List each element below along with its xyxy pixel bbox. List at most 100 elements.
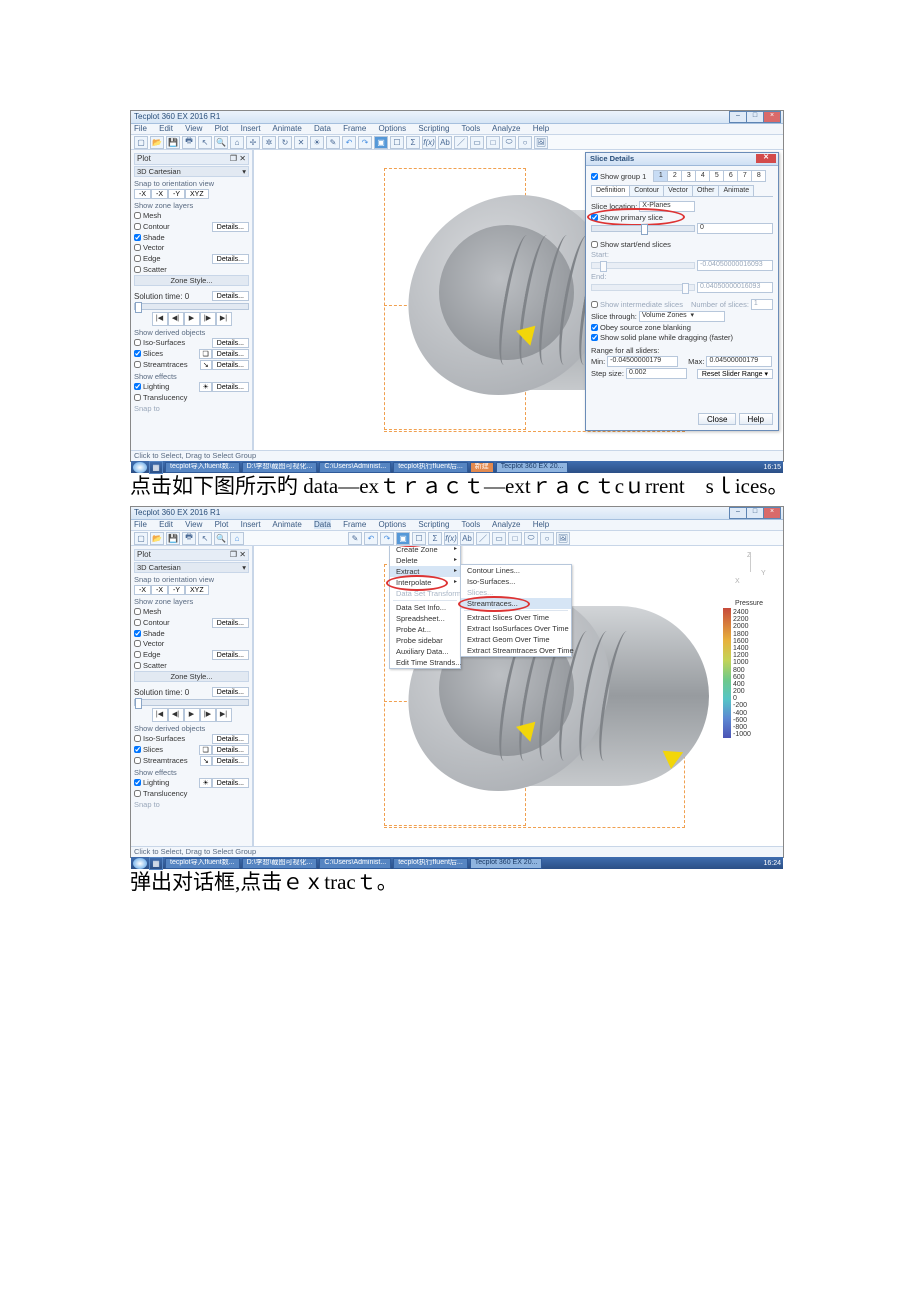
translucency-check[interactable]: Translucency [134, 789, 249, 798]
iso-details[interactable]: Details... [212, 734, 249, 744]
menu-view[interactable]: View [185, 124, 202, 133]
lighting-details[interactable]: Details... [212, 778, 249, 788]
layer-shade[interactable]: Shade [134, 233, 249, 242]
print-icon[interactable]: 🖶 [182, 136, 196, 149]
task-3[interactable]: C:\Users\Administ... [319, 462, 391, 473]
obey-check[interactable] [591, 324, 598, 331]
layer-vector[interactable]: Vector [134, 243, 249, 252]
first-button[interactable]: |◀ [152, 708, 168, 722]
next-button[interactable]: |▶ [200, 708, 216, 722]
group-8[interactable]: 8 [751, 170, 766, 182]
last-button[interactable]: ▶| [216, 312, 232, 326]
image-icon[interactable]: 🖼 [556, 532, 570, 545]
stream-check[interactable]: Streamtraces [134, 756, 188, 765]
ellipse-icon[interactable]: ⬭ [524, 532, 538, 545]
box-icon[interactable]: ▣ [396, 532, 410, 545]
slice-through-dropdown[interactable]: Volume Zones ▾ [639, 311, 725, 322]
primary-slider[interactable] [591, 225, 695, 232]
rect-icon[interactable]: ▭ [492, 532, 506, 545]
explorer-icon[interactable]: ▦ [149, 857, 163, 870]
lighting-check[interactable]: Lighting [134, 778, 169, 787]
group-1[interactable]: 1 [653, 170, 668, 182]
light-icon[interactable]: ☀ [310, 136, 324, 149]
show-inter-check[interactable] [591, 301, 598, 308]
wire-icon[interactable]: ✲ [262, 136, 276, 149]
dialog-close-button[interactable]: ✕ [756, 154, 776, 163]
menu-auxdata[interactable]: Auxiliary Data... [390, 646, 460, 657]
reset-slider-button[interactable]: Reset Slider Range ▾ [697, 369, 773, 379]
tab-vector[interactable]: Vector [663, 185, 693, 196]
step-value[interactable]: 0.002 [626, 368, 687, 379]
menubar[interactable]: File Edit View Plot Insert Animate Data … [131, 520, 783, 531]
open-icon[interactable]: 📂 [150, 532, 164, 545]
close-button[interactable]: Close [698, 413, 736, 425]
home-icon[interactable]: ⌂ [230, 532, 244, 545]
tab-other[interactable]: Other [692, 185, 720, 196]
play-button[interactable]: ▶ [184, 312, 200, 326]
slices-check[interactable]: Slices [134, 349, 163, 358]
iso-check[interactable]: Iso-Surfaces [134, 734, 185, 743]
streamtraces-check[interactable]: Streamtraces [134, 360, 188, 369]
start-icon[interactable] [133, 858, 147, 869]
menu-plot[interactable]: Plot [215, 124, 229, 133]
task-6[interactable]: Tecplot 360 EX 20... [496, 462, 569, 473]
rotate-icon[interactable]: ↻ [278, 136, 292, 149]
lighting-tool[interactable]: ☀ [199, 382, 211, 392]
snap-xyz[interactable]: XYZ [185, 585, 209, 595]
layer-scatter[interactable]: Scatter [134, 661, 249, 670]
play-button[interactable]: ▶ [184, 708, 200, 722]
menu-data[interactable]: Data [314, 520, 331, 529]
task-1[interactable]: tecplot导入fluent数... [165, 462, 240, 473]
circle-icon[interactable]: ○ [540, 532, 554, 545]
slices-check[interactable]: Slices [134, 745, 163, 754]
show-group-check[interactable] [591, 173, 598, 180]
max-value[interactable]: 0.04500000179 [706, 356, 772, 367]
redo-icon[interactable]: ↷ [380, 532, 394, 545]
snap-y-button[interactable]: -Y [168, 189, 185, 199]
group-5[interactable]: 5 [709, 170, 724, 182]
layer-scatter[interactable]: Scatter [134, 265, 249, 274]
stream-details[interactable]: Details... [212, 360, 249, 370]
zoom-icon[interactable]: 🔍 [214, 136, 228, 149]
menu-timestrands[interactable]: Edit Time Strands... [390, 657, 460, 668]
ctr-icon[interactable]: ☐ [412, 532, 426, 545]
snap-x2-button[interactable]: -X [151, 189, 168, 199]
undo-icon[interactable]: ↶ [364, 532, 378, 545]
sq-icon[interactable]: □ [486, 136, 500, 149]
save-icon[interactable]: 💾 [166, 532, 180, 545]
print-icon[interactable]: 🖶 [182, 532, 196, 545]
ctr-icon[interactable]: ☐ [390, 136, 404, 149]
menu-help[interactable]: Help [533, 520, 549, 529]
time-details[interactable]: Details... [212, 687, 249, 697]
slices-tool[interactable]: ❏ [199, 745, 211, 755]
fx-icon[interactable]: f(x) [422, 136, 436, 149]
menu-view[interactable]: View [185, 520, 202, 529]
maximize-button[interactable]: □ [746, 111, 764, 123]
slices-tool[interactable]: ❏ [199, 349, 211, 359]
menu-delete[interactable]: Delete▸ [390, 555, 460, 566]
rect-icon[interactable]: ▭ [470, 136, 484, 149]
sigma-icon[interactable]: Σ [406, 136, 420, 149]
group-7[interactable]: 7 [737, 170, 752, 182]
start-icon[interactable] [133, 462, 147, 473]
home-icon[interactable]: ⌂ [230, 136, 244, 149]
translucency-check[interactable]: Translucency [134, 393, 249, 402]
fx-icon[interactable]: f(x) [444, 532, 458, 545]
last-button[interactable]: ▶| [216, 708, 232, 722]
menu-create-zone[interactable]: Create Zone▸ [390, 546, 460, 555]
save-icon[interactable]: 💾 [166, 136, 180, 149]
group-3[interactable]: 3 [681, 170, 696, 182]
layer-contour[interactable]: Contour [134, 618, 170, 627]
tab-animate[interactable]: Animate [718, 185, 754, 196]
time-details[interactable]: Details... [212, 291, 249, 301]
menu-insert[interactable]: Insert [241, 520, 261, 529]
first-button[interactable]: |◀ [152, 312, 168, 326]
menu-frame[interactable]: Frame [343, 124, 366, 133]
tab-definition[interactable]: Definition [591, 185, 630, 196]
arrow-icon[interactable]: ↖ [198, 136, 212, 149]
slice-location-dropdown[interactable]: X-Planes [639, 201, 695, 212]
menu-help[interactable]: Help [533, 124, 549, 133]
layer-mesh[interactable]: Mesh [134, 211, 249, 220]
menu-animate[interactable]: Animate [272, 520, 301, 529]
slices-details[interactable]: Details... [212, 745, 249, 755]
